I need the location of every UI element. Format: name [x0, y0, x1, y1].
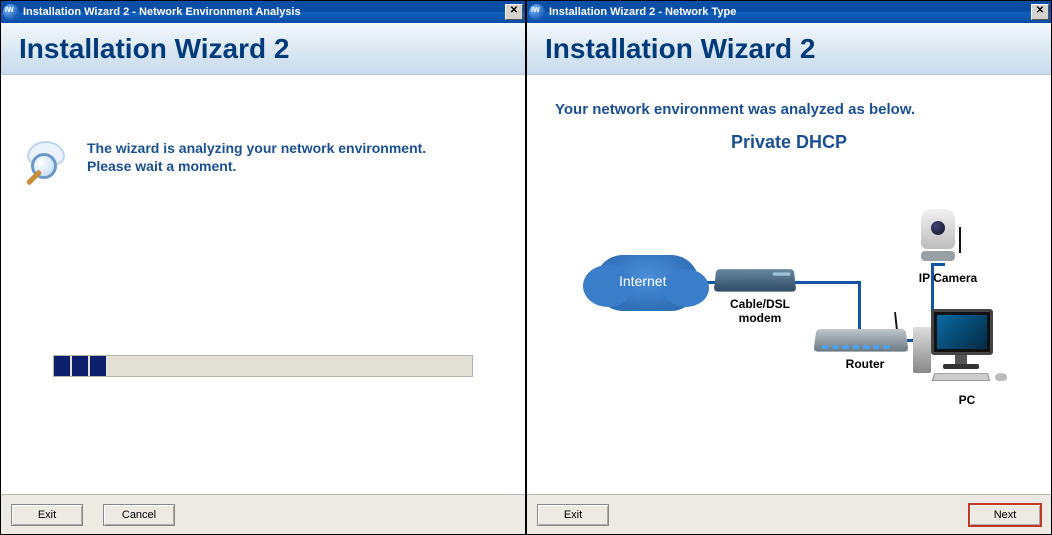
content-right: Your network environment was analyzed as… [527, 75, 1051, 494]
progress-segment [90, 356, 106, 376]
window-network-type: Installation Wizard 2 - Network Type ✕ I… [526, 0, 1052, 535]
close-icon[interactable]: ✕ [505, 4, 523, 20]
window-title-right: Installation Wizard 2 - Network Type [549, 6, 1029, 18]
next-button[interactable]: Next [969, 504, 1041, 526]
progress-segment [72, 356, 88, 376]
ip-camera-icon [919, 209, 967, 267]
cancel-button[interactable]: Cancel [103, 504, 175, 526]
titlebar-right[interactable]: Installation Wizard 2 - Network Type ✕ [527, 1, 1051, 23]
exit-button[interactable]: Exit [11, 504, 83, 526]
header-banner-left: Installation Wizard 2 [1, 23, 525, 75]
router-label: Router [835, 357, 895, 371]
exit-button[interactable]: Exit [537, 504, 609, 526]
window-title-left: Installation Wizard 2 - Network Environm… [23, 6, 503, 18]
modem-label: Cable/DSL modem [715, 297, 805, 325]
progress-segment [54, 356, 70, 376]
app-icon [529, 4, 545, 20]
magnifier-icon [21, 139, 77, 195]
analyze-line2: Please wait a moment. [87, 157, 426, 175]
analyze-text: The wizard is analyzing your network env… [87, 139, 426, 175]
progress-bar [53, 355, 473, 377]
window-analysis: Installation Wizard 2 - Network Environm… [0, 0, 526, 535]
content-left: The wizard is analyzing your network env… [1, 75, 525, 494]
router-icon [813, 329, 908, 352]
bottom-bar-right: Exit Next [527, 494, 1051, 534]
header-title-right: Installation Wizard 2 [545, 33, 815, 65]
app-icon [3, 4, 19, 20]
header-banner-right: Installation Wizard 2 [527, 23, 1051, 75]
network-type-label: Private DHCP [547, 132, 1031, 153]
internet-cloud-icon: Internet [595, 255, 699, 311]
bottom-bar-left: Exit Cancel [1, 494, 525, 534]
ip-camera-label: IP Camera [909, 271, 987, 285]
modem-icon [714, 269, 797, 292]
titlebar-left[interactable]: Installation Wizard 2 - Network Environm… [1, 1, 525, 23]
analyze-line1: The wizard is analyzing your network env… [87, 139, 426, 157]
header-title-left: Installation Wizard 2 [19, 33, 289, 65]
pc-icon [913, 309, 1013, 393]
result-heading: Your network environment was analyzed as… [555, 101, 1031, 118]
internet-label: Internet [619, 273, 666, 289]
network-diagram: Internet Cable/DSL modem Router IP Camer… [547, 193, 1031, 453]
close-icon[interactable]: ✕ [1031, 4, 1049, 20]
pc-label: PC [947, 393, 987, 407]
